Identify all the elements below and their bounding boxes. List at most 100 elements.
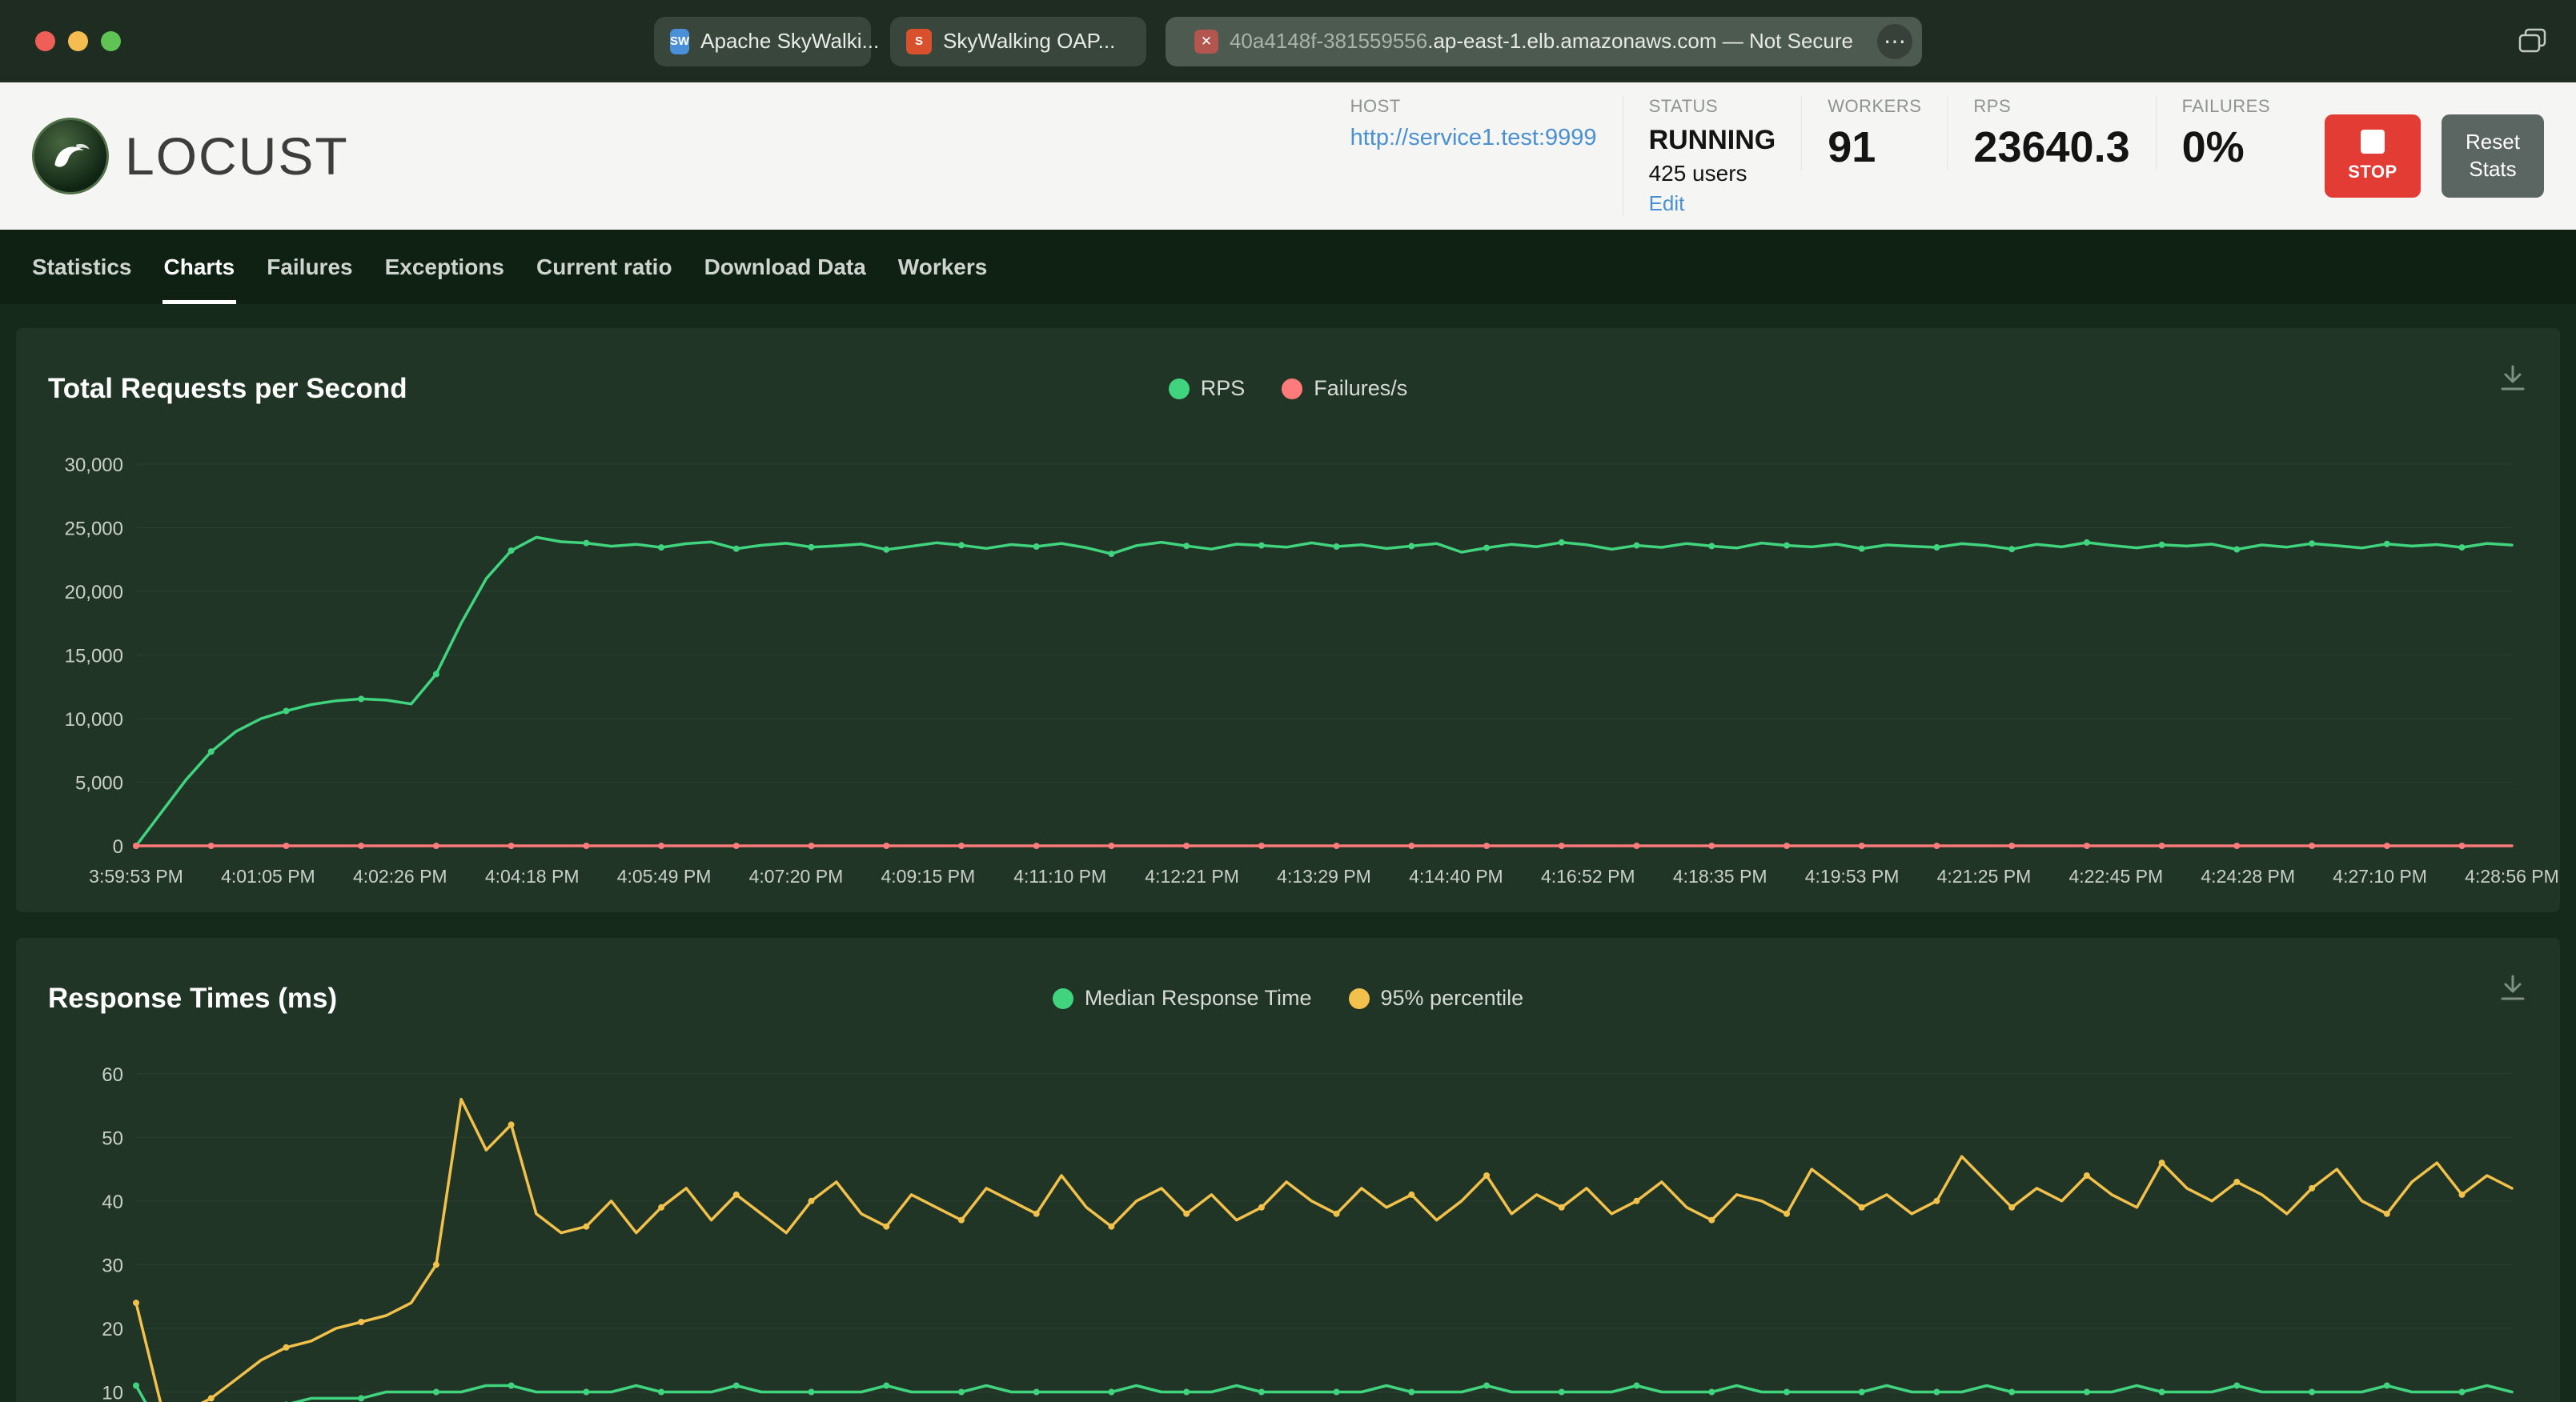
svg-text:4:16:52 PM: 4:16:52 PM [1541, 866, 1635, 887]
legend-item-median[interactable]: Median Response Time [1052, 986, 1312, 1011]
url-rest: .ap-east-1.elb.amazonaws.com — Not Secur… [1427, 29, 1854, 53]
svg-text:0: 0 [113, 836, 123, 858]
browser-tab-strip: SW Apache SkyWalki... S SkyWalking OAP..… [654, 16, 1922, 66]
workers-value: 91 [1828, 123, 1876, 171]
legend-item-p95[interactable]: 95% percentile [1348, 986, 1523, 1011]
tab-workers[interactable]: Workers [882, 230, 1004, 304]
browser-tab-label: SkyWalking OAP... [943, 29, 1116, 53]
svg-text:4:11:10 PM: 4:11:10 PM [1013, 866, 1106, 887]
chart-legend: Median Response Time 95% percentile [16, 986, 2560, 1011]
legend-dot-icon [1052, 987, 1073, 1009]
status-label: STATUS [1648, 96, 1719, 116]
svg-text:4:21:25 PM: 4:21:25 PM [1937, 866, 2032, 887]
stat-workers: WORKERS 91 [1801, 96, 1947, 170]
tab-charts[interactable]: Charts [148, 230, 251, 304]
svg-text:4:18:35 PM: 4:18:35 PM [1673, 866, 1767, 887]
download-chart-icon[interactable] [2496, 971, 2530, 1005]
browser-tab-active-address-bar[interactable]: ✕ 40a4148f-381559556.ap-east-1.elb.amazo… [1166, 16, 1922, 66]
svg-text:20,000: 20,000 [65, 582, 123, 603]
stat-failures: FAILURES 0% [2155, 96, 2296, 171]
legend-label: Median Response Time [1084, 986, 1312, 1010]
url-prefix: 40a4148f-381559556 [1229, 29, 1428, 53]
tab-current-ratio[interactable]: Current ratio [520, 230, 688, 304]
stat-rps: RPS 23640.3 [1947, 96, 2155, 170]
response-times-chart-card: 1020304050603:59:53 PM4:01:05 PM4:02:26 … [16, 938, 2560, 1402]
svg-text:5,000: 5,000 [75, 773, 123, 795]
rps-value: 23640.3 [1973, 123, 2130, 171]
svg-text:4:04:18 PM: 4:04:18 PM [485, 866, 580, 887]
locust-logo: LOCUST [32, 118, 349, 194]
svg-text:10,000: 10,000 [65, 709, 123, 731]
rps-chart-card: 0 5,000 10,000 15,000 20,000 25,000 30,000 3:59… [16, 328, 2560, 912]
browser-chrome: SW Apache SkyWalki... S SkyWalking OAP..… [0, 0, 2576, 82]
stop-button[interactable]: STOP [2325, 114, 2421, 198]
legend-label: RPS [1200, 376, 1246, 400]
tab-overview-icon[interactable] [2517, 26, 2549, 59]
status-users: 425 users [1648, 161, 1747, 186]
logo-text: LOCUST [125, 126, 349, 186]
svg-text:4:27:10 PM: 4:27:10 PM [2333, 866, 2427, 887]
minimize-window-button[interactable] [68, 31, 88, 51]
svg-text:10: 10 [102, 1382, 123, 1402]
chart-legend: RPS Failures/s [16, 376, 2560, 401]
host-label: HOST [1350, 96, 1401, 116]
svg-text:3:59:53 PM: 3:59:53 PM [89, 866, 183, 887]
browser-tab-label: Apache SkyWalki... [700, 29, 880, 53]
rps-label: RPS [1973, 96, 2012, 116]
svg-text:4:01:05 PM: 4:01:05 PM [221, 866, 315, 887]
svg-text:30,000: 30,000 [65, 455, 123, 476]
svg-text:4:05:49 PM: 4:05:49 PM [617, 866, 712, 887]
svg-text:40: 40 [102, 1192, 123, 1213]
zoom-window-button[interactable] [101, 31, 121, 51]
close-tab-icon[interactable]: ✕ [1194, 29, 1218, 54]
browser-tab-skywalking-oap[interactable]: S SkyWalking OAP... [890, 16, 1146, 66]
workers-label: WORKERS [1828, 96, 1922, 116]
tab-statistics[interactable]: Statistics [16, 230, 148, 304]
reset-stats-label: Reset Stats [2466, 130, 2520, 181]
failures-label: FAILURES [2181, 96, 2270, 116]
stat-host: HOST http://service1.test:9999 [1325, 96, 1623, 151]
rps-chart-plot: 0 5,000 10,000 15,000 20,000 25,000 30,000 3:59… [65, 455, 2559, 887]
legend-item-rps[interactable]: RPS [1168, 376, 1246, 401]
close-window-button[interactable] [35, 31, 55, 51]
legend-item-failures[interactable]: Failures/s [1282, 376, 1407, 401]
svg-text:4:13:29 PM: 4:13:29 PM [1277, 866, 1371, 887]
stats-row: HOST http://service1.test:9999 STATUS RU… [1325, 96, 2296, 216]
legend-dot-icon [1282, 378, 1303, 399]
main-nav: Statistics Charts Failures Exceptions Cu… [0, 230, 2576, 304]
skywalking-favicon-icon: SW [670, 28, 690, 54]
stat-status: STATUS RUNNING 425 users Edit [1622, 96, 1802, 216]
svg-text:4:22:45 PM: 4:22:45 PM [2069, 866, 2164, 887]
svg-text:4:24:28 PM: 4:24:28 PM [2201, 866, 2295, 887]
svg-text:4:02:26 PM: 4:02:26 PM [353, 866, 447, 887]
svg-text:30: 30 [102, 1255, 123, 1276]
header-buttons: STOP Reset Stats [2325, 114, 2544, 198]
host-link[interactable]: http://service1.test:9999 [1350, 125, 1597, 150]
legend-dot-icon [1168, 378, 1190, 399]
reset-stats-button[interactable]: Reset Stats [2442, 114, 2544, 198]
svg-text:4:07:20 PM: 4:07:20 PM [749, 866, 844, 887]
tab-failures[interactable]: Failures [251, 230, 368, 304]
tab-download-data[interactable]: Download Data [688, 230, 882, 304]
svg-text:4:09:15 PM: 4:09:15 PM [881, 866, 976, 887]
stop-button-label: STOP [2348, 162, 2397, 182]
svg-text:4:28:56 PM: 4:28:56 PM [2465, 866, 2559, 887]
svg-text:50: 50 [102, 1128, 123, 1149]
status-value: RUNNING [1648, 125, 1776, 155]
address-url: 40a4148f-381559556.ap-east-1.elb.amazona… [1230, 29, 1853, 54]
stop-icon [2361, 130, 2385, 154]
legend-dot-icon [1348, 987, 1370, 1009]
failures-value: 0% [2181, 123, 2245, 171]
browser-tab-apache-skywalking[interactable]: SW Apache SkyWalki... [654, 16, 879, 66]
page-menu-icon[interactable]: ⋯ [1877, 23, 1912, 59]
download-chart-icon[interactable] [2496, 362, 2530, 395]
svg-text:25,000: 25,000 [65, 519, 123, 540]
skywalking-oap-favicon-icon: S [906, 28, 932, 54]
edit-link[interactable]: Edit [1649, 191, 1685, 216]
tab-exceptions[interactable]: Exceptions [369, 230, 520, 304]
svg-text:4:19:53 PM: 4:19:53 PM [1805, 866, 1900, 887]
svg-text:20: 20 [102, 1319, 123, 1340]
charts-page: 0 5,000 10,000 15,000 20,000 25,000 30,000 3:59… [0, 304, 2576, 1402]
svg-text:15,000: 15,000 [65, 646, 123, 667]
locust-header: LOCUST HOST http://service1.test:9999 ST… [0, 82, 2576, 230]
